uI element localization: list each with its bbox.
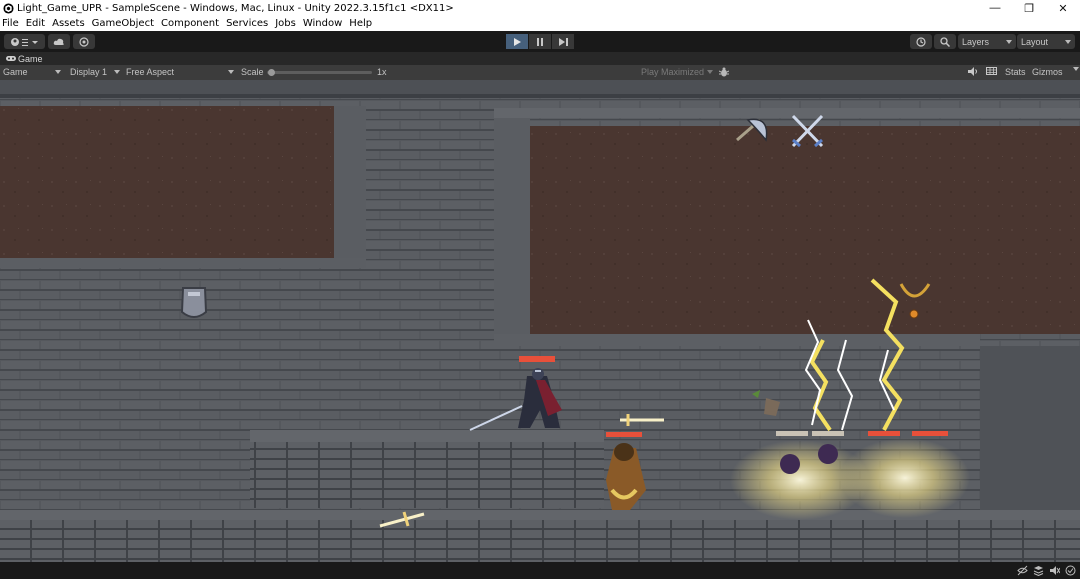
step-button[interactable]	[552, 34, 574, 49]
collab-icon	[79, 36, 89, 47]
speaker-icon	[968, 67, 977, 76]
menu-file[interactable]: File	[2, 18, 19, 29]
dirt-cavity-right	[530, 126, 1080, 334]
scale-slider-handle[interactable]	[268, 69, 275, 76]
menu-assets[interactable]: Assets	[52, 18, 85, 29]
aspect-select[interactable]: Free Aspect	[126, 67, 234, 77]
close-button[interactable]: ✕	[1046, 0, 1080, 16]
play-maximized-label: Play Maximized	[641, 67, 705, 77]
grid-icon	[986, 67, 997, 75]
history-button[interactable]	[910, 34, 932, 49]
game-view[interactable]	[0, 80, 1080, 562]
search-icon	[940, 36, 950, 47]
gamepad-icon	[6, 56, 16, 61]
scale-value: 1x	[377, 67, 387, 77]
middle-platform	[250, 430, 604, 442]
chevron-down-icon	[1073, 67, 1079, 71]
collab-button[interactable]	[73, 34, 95, 49]
chevron-down-icon	[228, 70, 234, 74]
game-scene	[0, 80, 1080, 562]
menu-help[interactable]: Help	[349, 18, 372, 29]
play-controls	[506, 34, 574, 49]
search-button[interactable]	[934, 34, 956, 49]
play-icon	[514, 37, 521, 46]
aspect-select-value: Free Aspect	[126, 67, 175, 77]
player-health-bar	[519, 356, 555, 362]
history-icon	[916, 36, 926, 47]
menu-bar: File Edit Assets GameObject Component Se…	[0, 16, 1080, 31]
window-title-bar: Light_Game_UPR - SampleScene - Windows, …	[0, 0, 1080, 16]
stats-grid-button[interactable]	[986, 67, 997, 75]
window-title: Light_Game_UPR - SampleScene - Windows, …	[17, 2, 454, 14]
main-toolbar: Layers Layout	[0, 31, 1080, 52]
gizmos-button[interactable]: Gizmos	[1032, 67, 1063, 77]
mute-icon[interactable]	[1049, 565, 1061, 576]
bug-icon	[719, 67, 729, 77]
layers-label: Layers	[962, 36, 990, 47]
chevron-down-icon	[707, 70, 714, 74]
play-maximized-select[interactable]: Play Maximized	[641, 67, 714, 77]
pause-icon	[537, 37, 543, 46]
chevron-down-icon	[1065, 39, 1071, 44]
check-circle-icon[interactable]	[1065, 565, 1076, 576]
minimize-button[interactable]: —	[978, 0, 1012, 16]
display-select-value: Display 1	[70, 67, 108, 77]
tab-game[interactable]: Game	[0, 54, 43, 64]
layout-dropdown[interactable]: Layout	[1017, 34, 1075, 49]
view-select[interactable]: Game	[3, 67, 61, 77]
chevron-down-icon	[1006, 39, 1012, 44]
shield-pickup-icon	[180, 287, 208, 318]
chevron-down-icon	[55, 70, 61, 74]
play-button[interactable]	[506, 34, 528, 49]
mute-audio-button[interactable]	[968, 67, 978, 76]
view-select-value: Game	[3, 67, 28, 77]
layers-dropdown[interactable]: Layers	[958, 34, 1016, 49]
display-select[interactable]: Display 1	[70, 67, 120, 77]
layout-label: Layout	[1021, 36, 1049, 47]
menu-window[interactable]: Window	[303, 18, 342, 29]
menu-component[interactable]: Component	[161, 18, 219, 29]
cloud-icon	[53, 38, 64, 45]
enemy-health-bar	[606, 432, 642, 437]
scale-slider-track[interactable]	[267, 71, 372, 74]
cloud-button[interactable]	[48, 34, 70, 49]
upper-right-ledge	[494, 108, 1080, 118]
account-icon	[10, 37, 38, 46]
bug-button[interactable]	[719, 67, 729, 77]
stats-button[interactable]: Stats	[1005, 67, 1026, 77]
hide-icon[interactable]	[1017, 565, 1028, 576]
dirt-cavity-left	[0, 106, 334, 258]
scale-label: Scale	[241, 67, 264, 77]
maximize-button[interactable]: ❐	[1012, 0, 1046, 16]
account-button[interactable]	[4, 34, 45, 49]
menu-jobs[interactable]: Jobs	[275, 18, 296, 29]
menu-services[interactable]: Services	[226, 18, 268, 29]
menu-gameobject[interactable]: GameObject	[92, 18, 154, 29]
enemy-mage-left	[780, 454, 800, 474]
stack-icon[interactable]	[1033, 565, 1044, 577]
gizmos-dropdown[interactable]	[1070, 67, 1079, 71]
menu-edit[interactable]: Edit	[26, 18, 45, 29]
status-bar	[0, 562, 1080, 579]
tab-game-label: Game	[18, 53, 43, 64]
game-options-bar: Game Display 1 Free Aspect Scale 1x Play…	[0, 65, 1080, 80]
step-icon	[558, 37, 568, 46]
chevron-down-icon	[114, 70, 120, 74]
unity-app-icon	[3, 2, 14, 14]
game-tab-bar: Game	[0, 52, 1080, 65]
explosion-right	[840, 438, 970, 518]
enemy-mage-right	[818, 444, 838, 464]
pause-button[interactable]	[529, 34, 551, 49]
